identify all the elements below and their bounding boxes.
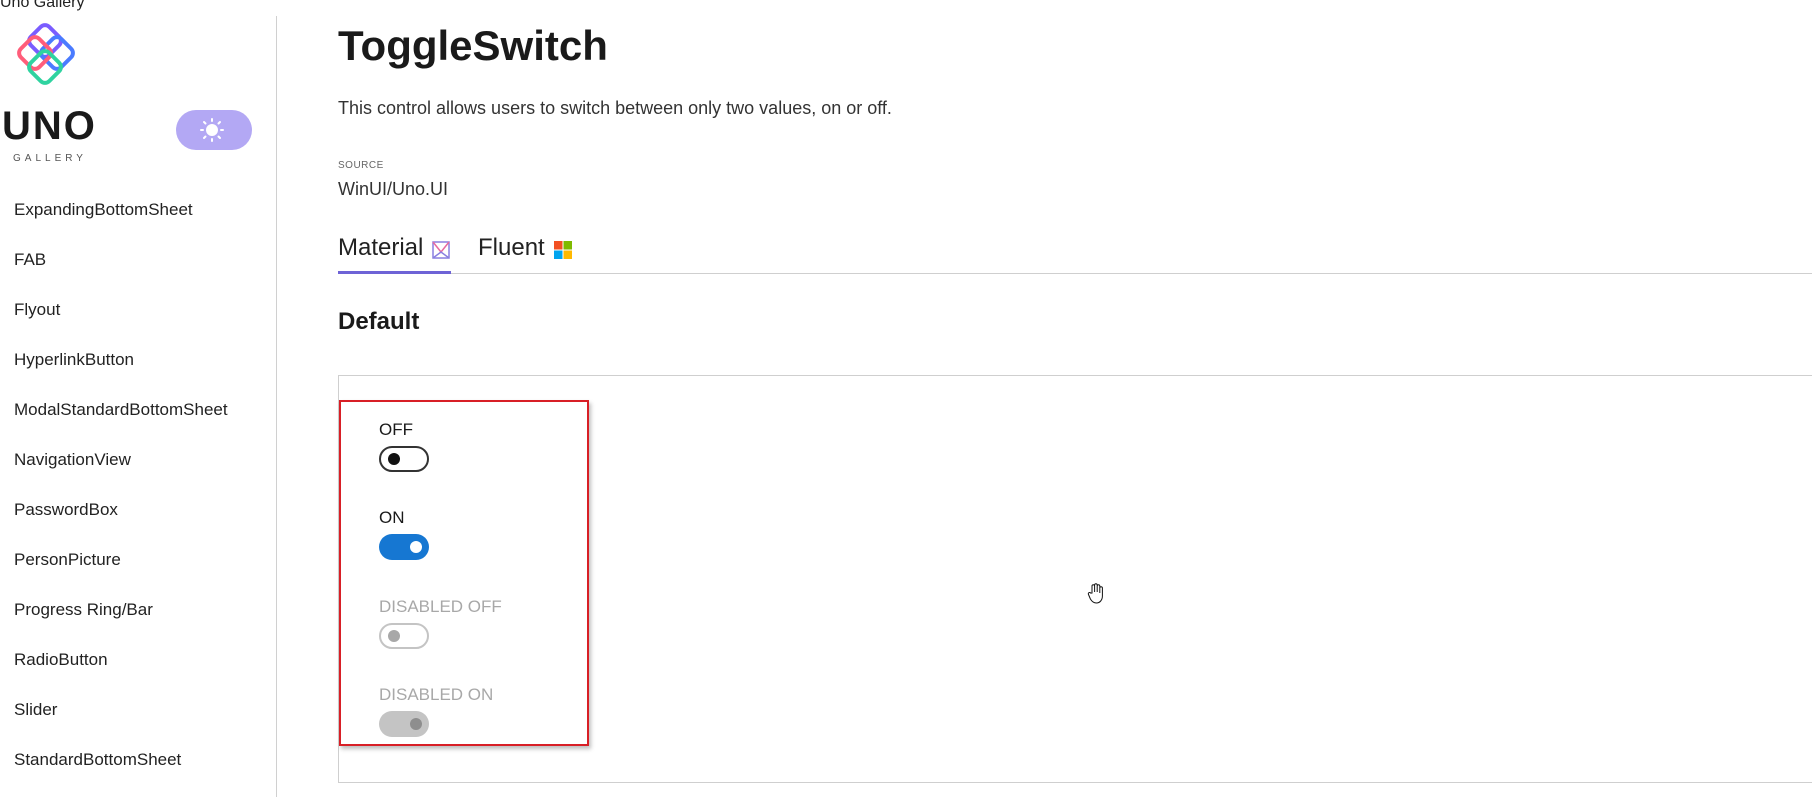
toggle-switch-off[interactable] bbox=[379, 446, 429, 472]
highlight-box: OFF ON DISABLED OFF DISABLED ON bbox=[339, 400, 589, 746]
sidebar-item-standardbottomsheet[interactable]: StandardBottomSheet bbox=[0, 735, 276, 785]
sidebar: UNO GALLERY ExpandingBottomSheet FAB Fly… bbox=[0, 16, 277, 797]
hand-cursor-icon bbox=[1087, 583, 1103, 604]
toggle-switch-on[interactable] bbox=[379, 534, 429, 560]
sidebar-nav: ExpandingBottomSheet FAB Flyout Hyperlin… bbox=[0, 185, 276, 785]
sidebar-item-flyout[interactable]: Flyout bbox=[0, 285, 276, 335]
sidebar-item-hyperlinkbutton[interactable]: HyperlinkButton bbox=[0, 335, 276, 385]
sidebar-item-personpicture[interactable]: PersonPicture bbox=[0, 535, 276, 585]
tab-material-label: Material bbox=[338, 234, 424, 261]
sidebar-item-passwordbox[interactable]: PasswordBox bbox=[0, 485, 276, 535]
uno-logo-icon bbox=[17, 23, 75, 85]
switch-knob bbox=[388, 453, 400, 465]
sidebar-item-expandingbottomsheet[interactable]: ExpandingBottomSheet bbox=[0, 185, 276, 235]
source-value: WinUI/Uno.UI bbox=[338, 179, 449, 199]
theme-toggle[interactable] bbox=[176, 110, 252, 150]
tab-fluent[interactable]: Fluent bbox=[478, 234, 573, 274]
sidebar-item-fab[interactable]: FAB bbox=[0, 235, 276, 285]
design-tabs: Material Fluent bbox=[338, 228, 1812, 274]
sample-container: OFF ON DISABLED OFF DISABLED ON bbox=[338, 375, 1812, 783]
logo-subtitle: GALLERY bbox=[13, 153, 87, 164]
logo-wordmark: UNO bbox=[2, 104, 97, 148]
toggle-switch-disabled-off bbox=[379, 623, 429, 649]
tab-material[interactable]: Material bbox=[338, 234, 452, 274]
switch-label-on: ON bbox=[379, 508, 405, 527]
switch-label-disabled-on: DISABLED ON bbox=[379, 685, 494, 704]
sidebar-item-radiobutton[interactable]: RadioButton bbox=[0, 635, 276, 685]
switch-knob bbox=[410, 541, 422, 553]
windows-icon bbox=[553, 241, 572, 259]
sidebar-item-slider[interactable]: Slider bbox=[0, 685, 276, 735]
material-icon bbox=[432, 241, 451, 259]
section-title: Default bbox=[338, 308, 420, 335]
window-title: Uno Gallery bbox=[0, 0, 85, 11]
source-label: SOURCE bbox=[338, 160, 384, 171]
page-title: ToggleSwitch bbox=[338, 22, 608, 69]
switch-knob bbox=[410, 718, 422, 730]
switch-label-off: OFF bbox=[379, 420, 413, 439]
tab-fluent-label: Fluent bbox=[478, 234, 545, 261]
switch-label-disabled-off: DISABLED OFF bbox=[379, 597, 502, 616]
page-description: This control allows users to switch betw… bbox=[338, 98, 892, 118]
sun-icon bbox=[200, 118, 224, 142]
sidebar-item-navigationview[interactable]: NavigationView bbox=[0, 435, 276, 485]
sidebar-item-progress[interactable]: Progress Ring/Bar bbox=[0, 585, 276, 635]
toggle-switch-disabled-on bbox=[379, 711, 429, 737]
main-content: ToggleSwitch This control allows users t… bbox=[338, 0, 1812, 797]
switch-knob bbox=[388, 630, 400, 642]
sidebar-item-modalstandardbottomsheet[interactable]: ModalStandardBottomSheet bbox=[0, 385, 276, 435]
